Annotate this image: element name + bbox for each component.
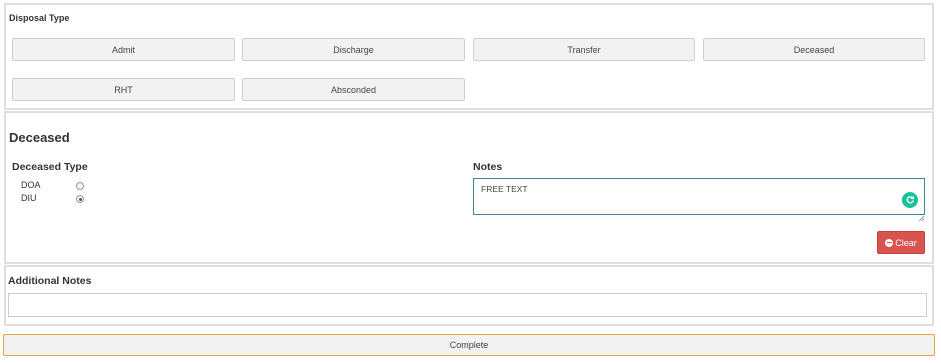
- notes-label: Notes: [473, 161, 503, 173]
- grammarly-icon[interactable]: [902, 192, 918, 208]
- disposal-form: Disposal Type Admit Discharge Transfer D…: [0, 0, 941, 364]
- resize-grip-icon[interactable]: [918, 208, 925, 222]
- deceased-panel: Deceased Deceased Type DOA DIU Notes FRE…: [4, 111, 934, 264]
- transfer-button[interactable]: Transfer: [473, 38, 695, 61]
- absconded-button[interactable]: Absconded: [242, 78, 465, 101]
- doa-label: DOA: [21, 180, 41, 190]
- doa-radio[interactable]: [76, 182, 84, 190]
- discharge-button[interactable]: Discharge: [242, 38, 465, 61]
- additional-notes-label: Additional Notes: [8, 275, 92, 287]
- complete-button[interactable]: Complete: [3, 334, 935, 356]
- minus-circle-icon: [885, 238, 894, 247]
- clear-button[interactable]: Clear: [877, 231, 925, 254]
- additional-notes-panel: Additional Notes: [4, 265, 934, 326]
- deceased-type-label: Deceased Type: [12, 161, 88, 173]
- diu-label: DIU: [21, 193, 37, 203]
- admit-button[interactable]: Admit: [12, 38, 235, 61]
- deceased-heading: Deceased: [9, 130, 70, 145]
- diu-radio[interactable]: [76, 195, 84, 203]
- notes-textarea[interactable]: FREE TEXT: [473, 178, 925, 222]
- clear-button-label: Clear: [895, 237, 917, 248]
- additional-notes-input[interactable]: [8, 293, 927, 317]
- disposal-type-title: Disposal Type: [9, 13, 70, 23]
- disposal-type-panel: Disposal Type Admit Discharge Transfer D…: [4, 3, 934, 110]
- deceased-button[interactable]: Deceased: [703, 38, 925, 61]
- rht-button[interactable]: RHT: [12, 78, 235, 101]
- notes-value: FREE TEXT: [481, 184, 528, 194]
